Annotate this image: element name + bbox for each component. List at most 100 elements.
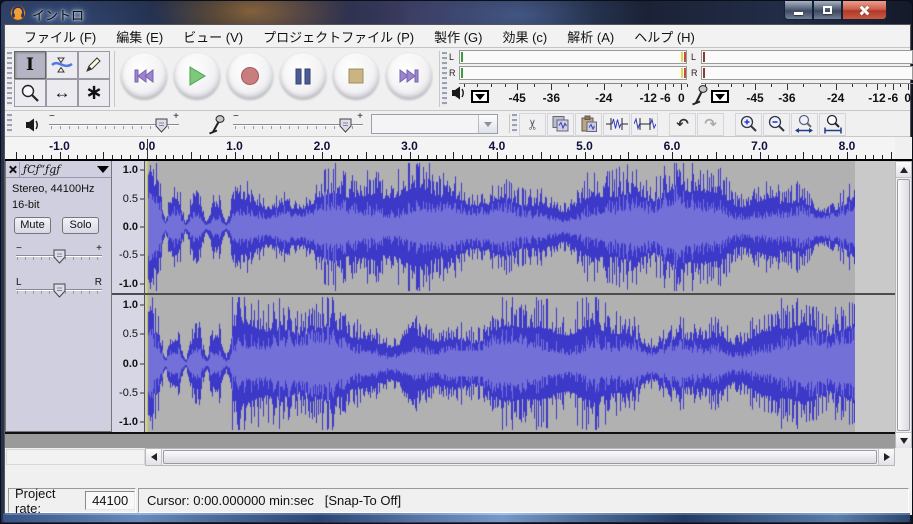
timeline-tick (558, 155, 559, 159)
track-close-button[interactable] (6, 162, 20, 177)
waveform-right[interactable] (145, 295, 895, 432)
menu-item-6[interactable]: 解析 (A) (558, 25, 623, 48)
menu-item-0[interactable]: ファイル (F) (15, 25, 105, 48)
playback-meter-bar-right[interactable] (459, 66, 687, 80)
close-button[interactable] (842, 1, 887, 20)
menu-item-1[interactable]: 編集 (E) (107, 25, 172, 48)
selection-tool-button[interactable]: I (14, 51, 46, 79)
track-header[interactable]: ƒCƒ“ƒgƒ (6, 161, 111, 178)
input-slider-thumb[interactable] (339, 118, 352, 133)
menu-item-4[interactable]: 製作 (G) (425, 25, 491, 48)
menu-item-5[interactable]: 効果 (c) (493, 25, 556, 48)
gain-slider[interactable]: − + (16, 245, 102, 265)
play-button[interactable] (174, 53, 220, 99)
vruler-label: 0.5 (123, 328, 138, 340)
maximize-button[interactable] (813, 1, 842, 20)
pan-slider-thumb[interactable] (53, 283, 66, 298)
timeline-tick (173, 155, 174, 159)
paste-button[interactable] (575, 113, 602, 136)
pause-button[interactable] (280, 53, 326, 99)
playback-meter-bar-left[interactable] (459, 50, 687, 64)
input-volume-slider[interactable]: − + (233, 117, 363, 133)
mute-button[interactable]: Mute (14, 217, 51, 234)
project-rate-value[interactable]: 44100 (85, 491, 135, 510)
mixer-toolbar-grip[interactable] (7, 114, 12, 134)
cut-button[interactable]: ✂ (519, 113, 546, 136)
edit-toolbar-grip[interactable] (512, 114, 517, 134)
timeline-tick (593, 155, 594, 159)
fit-project-icon (822, 114, 844, 134)
timeline-tick (716, 152, 717, 159)
undo-icon: ↶ (676, 115, 689, 133)
draw-tool-button[interactable] (78, 51, 110, 79)
gain-slider-thumb[interactable] (53, 249, 66, 264)
scroll-right-button[interactable] (878, 449, 894, 465)
zoom-in-button[interactable] (735, 113, 762, 136)
selection-tool-icon: I (26, 55, 34, 75)
menu-item-7[interactable]: ヘルプ (H) (625, 25, 704, 48)
redo-button[interactable]: ↷ (697, 113, 724, 136)
meter-scale-tick (517, 84, 518, 90)
stop-button[interactable] (333, 53, 379, 99)
timeline-ruler[interactable]: -1.00.01.02.03.04.05.06.07.08.0 (5, 137, 895, 161)
timeline-tick (751, 155, 752, 159)
meter-scale-tick (900, 84, 901, 87)
zoom-tool-icon (20, 83, 40, 103)
horizontal-scrollbar-thumb[interactable] (163, 450, 877, 464)
track-name[interactable]: ƒCƒ“ƒgƒ (20, 163, 95, 176)
zoom-tool-button[interactable] (14, 79, 46, 107)
recording-meter-bar-left[interactable] (701, 50, 913, 64)
track-control-panel[interactable]: ƒCƒ“ƒgƒ Stereo, 44100Hz 16-bit Mute Solo… (5, 161, 112, 432)
fit-selection-button[interactable] (791, 113, 818, 136)
waveform-canvas-right[interactable] (147, 295, 855, 432)
waveform-canvas-left[interactable] (147, 161, 855, 293)
zoom-out-button[interactable] (763, 113, 790, 136)
solo-button[interactable]: Solo (62, 217, 99, 234)
timeline-tick (445, 155, 446, 159)
menu-item-3[interactable]: プロジェクトファイル (P) (254, 25, 423, 48)
trim-outside-selection-button[interactable] (603, 113, 630, 136)
title-bar[interactable]: イントロ (1, 1, 912, 24)
skip-to-start-button[interactable] (121, 53, 167, 99)
timeline-tick (305, 155, 306, 159)
output-volume-slider[interactable]: − + (49, 117, 179, 133)
vertical-ruler-left[interactable]: 1.00.50.0-0.5-1.0 (112, 161, 145, 293)
undo-button[interactable]: ↶ (669, 113, 696, 136)
fit-project-button[interactable] (819, 113, 846, 136)
skip-to-end-button[interactable] (386, 53, 432, 99)
scroll-left-icon (151, 453, 157, 461)
track-menu-dropdown[interactable] (95, 166, 111, 173)
combobox-dropdown-icon[interactable] (478, 115, 497, 133)
zoom-out-icon (767, 114, 787, 134)
meter-scale-label: -6 (660, 91, 671, 105)
waveform-left[interactable] (145, 161, 895, 293)
meter-scale-tick (718, 84, 719, 87)
recording-meter-bar-right[interactable] (701, 66, 913, 80)
meter-toolbar-grip[interactable] (442, 52, 447, 107)
vertical-scrollbar[interactable] (895, 161, 912, 449)
scroll-left-button[interactable] (146, 449, 162, 465)
copy-button[interactable] (547, 113, 574, 136)
scroll-up-button[interactable] (896, 162, 911, 178)
edit-toolbar: ✂ ↶ ↷ (519, 112, 847, 136)
silence-selection-button[interactable] (631, 113, 658, 136)
recording-meter[interactable]: L R -45-36-24-12-60 (691, 50, 913, 108)
scroll-down-button[interactable] (896, 432, 911, 448)
horizontal-scrollbar[interactable] (145, 448, 895, 466)
volume-slider-thumb[interactable] (155, 118, 168, 133)
vertical-scrollbar-thumb[interactable] (897, 179, 910, 431)
envelope-tool-button[interactable] (46, 51, 78, 79)
record-button[interactable] (227, 53, 273, 99)
vertical-ruler-right[interactable]: 1.00.50.0-0.5-1.0 (112, 295, 145, 432)
input-device-combobox[interactable] (371, 114, 498, 134)
minimize-button[interactable] (784, 1, 813, 20)
playback-meter[interactable]: L R -45-36-24-12-60 (449, 50, 687, 108)
tools-toolbar-grip[interactable] (7, 52, 12, 107)
multi-tool-button[interactable]: ∗ (78, 79, 110, 107)
pan-slider[interactable]: L R (16, 279, 102, 299)
menu-item-2[interactable]: ビュー (V) (174, 25, 252, 48)
timeline-tick (515, 155, 516, 159)
timeshift-tool-button[interactable]: ↔ (46, 79, 78, 107)
playback-meter-scale: -45-36-24-12-60 (459, 83, 687, 107)
timeline-tick (795, 155, 796, 159)
